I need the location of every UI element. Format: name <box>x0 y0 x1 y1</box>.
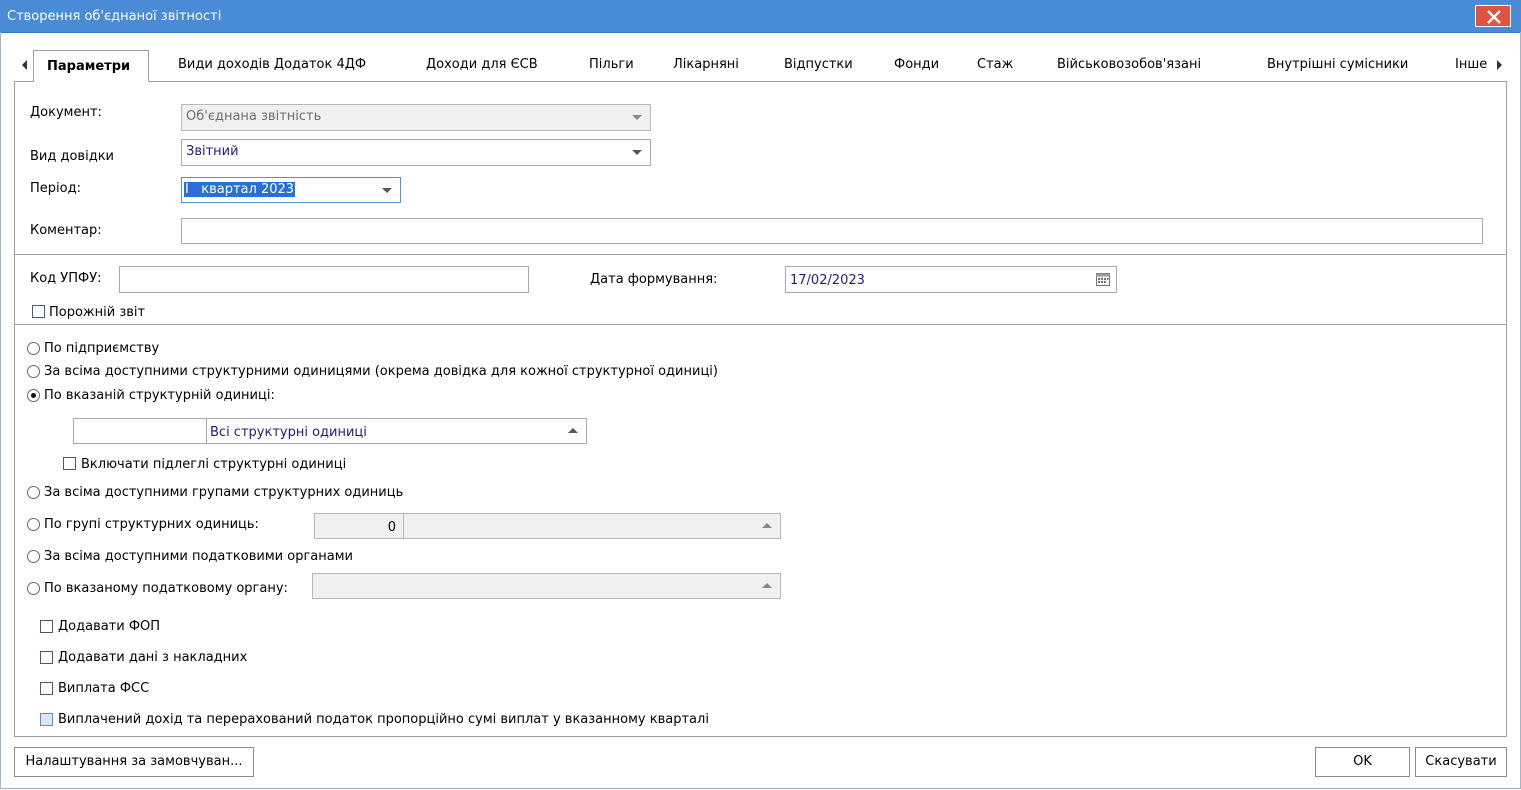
title-bar[interactable]: Створення об'єднаної звітності <box>0 0 1521 33</box>
defaults-button[interactable]: Налаштування за замовчуван... <box>14 747 254 777</box>
add-invoice-data-label[interactable]: Додавати дані з накладних <box>58 650 247 665</box>
empty-report-checkbox[interactable] <box>32 305 45 318</box>
all-tax-offices-label[interactable]: За всіма доступними податковими органами <box>44 549 353 564</box>
group-code-input[interactable]: 0 <box>314 513 404 539</box>
group-select[interactable] <box>403 513 781 539</box>
unit-select[interactable]: Всі структурні одиниці <box>206 418 587 444</box>
tab-esv-income[interactable]: Доходи для ЄСВ <box>426 57 538 72</box>
chevron-down-icon <box>382 188 392 193</box>
fss-payment-label[interactable]: Виплата ФСС <box>58 681 149 696</box>
tab-sick-leave[interactable]: Лікарняні <box>673 57 739 72</box>
include-sub-units-checkbox[interactable] <box>63 457 76 470</box>
specified-unit-label[interactable]: По вказаній структурній одиниці: <box>44 388 275 403</box>
all-groups-radio[interactable] <box>27 486 40 499</box>
fss-payment-checkbox[interactable] <box>40 682 53 695</box>
tab-funds[interactable]: Фонди <box>894 57 939 72</box>
report-type-select[interactable]: Звітний <box>181 139 651 166</box>
all-groups-label[interactable]: За всіма доступними групами структурних … <box>44 485 403 500</box>
all-units-radio[interactable] <box>27 365 40 378</box>
by-group-radio[interactable] <box>27 518 40 531</box>
unit-code-input[interactable] <box>73 418 207 444</box>
report-type-label: Вид довідки <box>30 149 114 164</box>
tab-parameters[interactable]: Параметри <box>33 50 149 82</box>
document-select[interactable]: Об'єднана звітність <box>181 104 651 131</box>
by-enterprise-label[interactable]: По підприємству <box>44 341 159 356</box>
ok-button[interactable]: OK <box>1315 747 1410 777</box>
comment-label: Коментар: <box>30 223 102 238</box>
specified-unit-radio[interactable] <box>27 389 40 402</box>
period-label: Період: <box>30 181 81 196</box>
period-select[interactable]: І квартал 2023 <box>181 177 401 203</box>
tab-vacations[interactable]: Відпустки <box>784 57 853 72</box>
close-icon <box>1487 10 1501 24</box>
window-title: Створення об'єднаної звітності <box>7 9 222 24</box>
include-sub-units-label[interactable]: Включати підлеглі структурні одиниці <box>81 457 346 472</box>
empty-report-label[interactable]: Порожній звіт <box>49 305 145 320</box>
tab-internal-parttime[interactable]: Внутрішні сумісники <box>1267 57 1408 72</box>
tab-seniority[interactable]: Стаж <box>977 57 1013 72</box>
period-value: І квартал 2023 <box>184 182 296 197</box>
document-label: Документ: <box>30 105 102 120</box>
upfu-code-label: Код УПФУ: <box>30 271 102 286</box>
proportional-checkbox[interactable] <box>40 713 53 726</box>
by-tax-office-label[interactable]: По вказаному податковому органу: <box>44 581 288 596</box>
chevron-up-icon <box>762 583 772 588</box>
form-date-label: Дата формування: <box>590 272 718 287</box>
tax-office-select[interactable] <box>312 573 781 599</box>
upfu-code-input[interactable] <box>119 266 529 293</box>
by-enterprise-radio[interactable] <box>27 342 40 355</box>
by-tax-office-radio[interactable] <box>27 582 40 595</box>
all-units-label[interactable]: За всіма доступними структурними одиниця… <box>44 364 718 379</box>
chevron-down-icon <box>632 115 642 120</box>
tab-military[interactable]: Військовозобов'язані <box>1057 57 1201 72</box>
divider <box>14 254 1507 255</box>
close-button[interactable] <box>1475 5 1511 27</box>
calendar-icon[interactable] <box>1096 272 1110 286</box>
chevron-up-icon <box>568 428 578 433</box>
tab-scroll-left-icon[interactable] <box>20 59 30 71</box>
divider <box>14 324 1507 325</box>
add-fop-checkbox[interactable] <box>40 620 53 633</box>
add-fop-label[interactable]: Додавати ФОП <box>58 619 160 634</box>
by-group-label[interactable]: По групі структурних одиниць: <box>44 517 259 532</box>
chevron-down-icon <box>632 150 642 155</box>
cancel-button[interactable]: Скасувати <box>1415 747 1507 777</box>
proportional-label[interactable]: Виплачений дохід та перерахований подато… <box>58 712 709 727</box>
tab-benefits[interactable]: Пільги <box>589 57 634 72</box>
chevron-up-icon <box>762 523 772 528</box>
tab-income-types-4df[interactable]: Види доходів Додаток 4ДФ <box>178 57 366 72</box>
comment-input[interactable] <box>181 218 1483 244</box>
all-tax-offices-radio[interactable] <box>27 550 40 563</box>
add-invoice-data-checkbox[interactable] <box>40 651 53 664</box>
form-date-input[interactable]: 17/02/2023 <box>785 266 1117 293</box>
tab-other[interactable]: Інше <box>1455 57 1487 72</box>
tab-scroll-right-icon[interactable] <box>1494 59 1504 71</box>
